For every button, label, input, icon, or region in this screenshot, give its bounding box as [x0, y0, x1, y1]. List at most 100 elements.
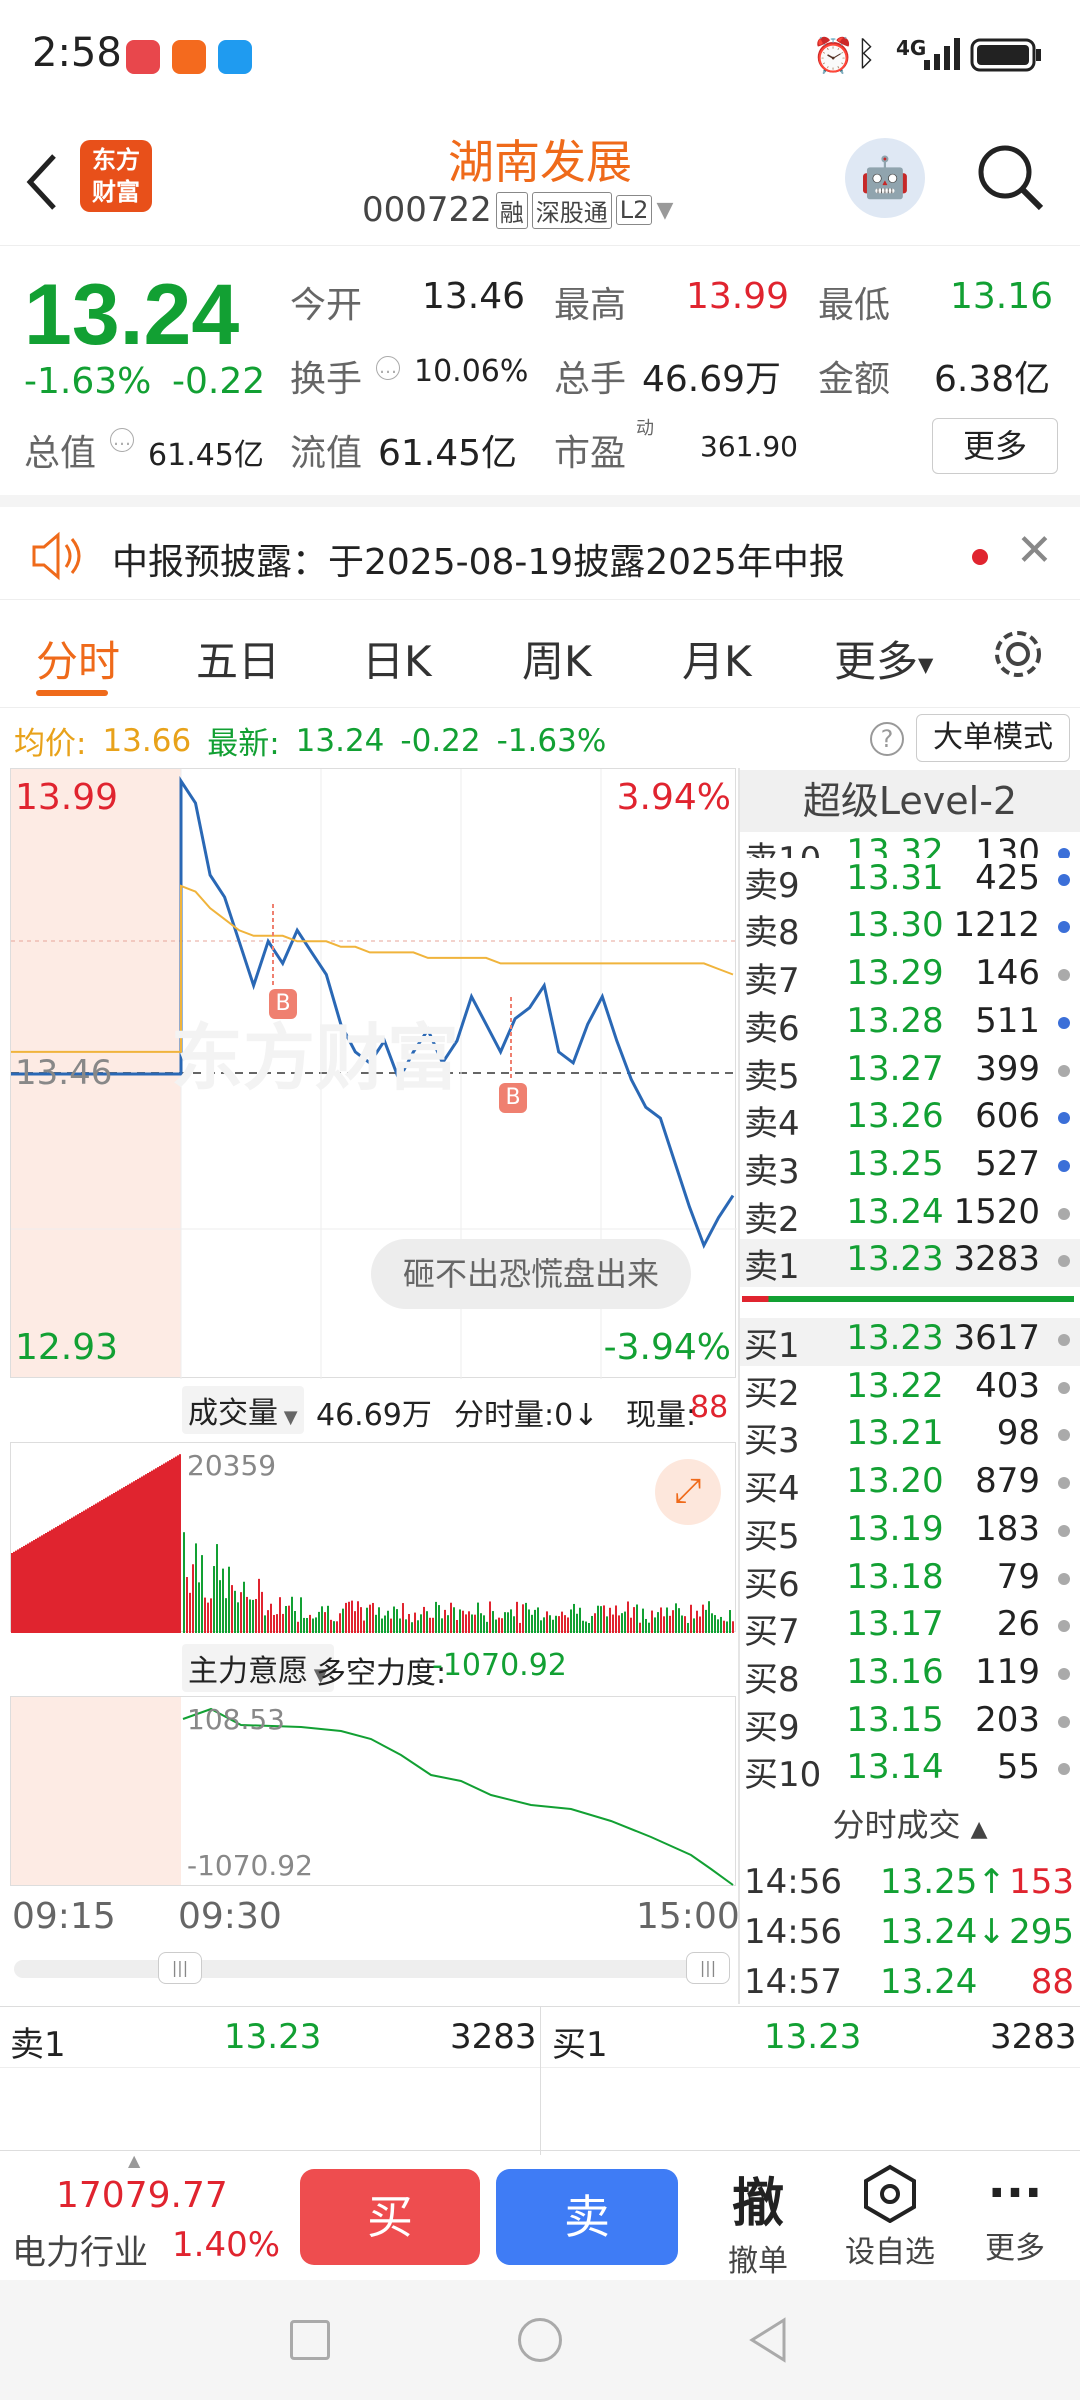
- volume-bar: [522, 1604, 524, 1633]
- volume-selector[interactable]: 成交量 ▼: [182, 1386, 304, 1434]
- volume-bar: [192, 1564, 194, 1633]
- volume-bar: [13, 1551, 15, 1633]
- buy-marker[interactable]: B: [499, 1083, 527, 1113]
- level2-title[interactable]: 超级Level-2: [740, 770, 1080, 832]
- ask-row[interactable]: 卖2 13.24 1520: [740, 1192, 1080, 1240]
- home-icon[interactable]: [518, 2318, 562, 2362]
- ask-row[interactable]: 卖6 13.28 511: [740, 1001, 1080, 1049]
- volume-bar: [149, 1471, 151, 1633]
- force-line: [182, 1707, 734, 1886]
- ask-row[interactable]: 卖8 13.30 1212: [740, 905, 1080, 953]
- force-selector[interactable]: 主力意愿 ▼: [182, 1644, 334, 1692]
- level-label: 卖7: [744, 961, 800, 1002]
- level-volume: 119: [975, 1651, 1040, 1692]
- volume-bar: [109, 1495, 111, 1633]
- big-order-mode-button[interactable]: 大单模式: [916, 714, 1070, 762]
- add-watchlist-button[interactable]: 设自选: [830, 2163, 950, 2271]
- bid-row[interactable]: 买4 13.20 879: [740, 1461, 1080, 1509]
- bid-row[interactable]: 买3 13.21 98: [740, 1413, 1080, 1461]
- dropdown-icon: ▼: [278, 1407, 298, 1428]
- search-icon[interactable]: [975, 142, 1047, 214]
- buy-marker[interactable]: B: [269, 989, 297, 1019]
- volume-bar: [597, 1605, 599, 1633]
- index-value[interactable]: 17079.77: [56, 2175, 228, 2216]
- ask-row[interactable]: 卖4 13.26 606: [740, 1096, 1080, 1144]
- volume-bar: [186, 1577, 188, 1633]
- volume-bar: [207, 1602, 209, 1633]
- tab-monthly-k[interactable]: 月K: [682, 628, 752, 689]
- volume-bar: [489, 1601, 491, 1633]
- range-handle-left[interactable]: |||: [158, 1952, 202, 1984]
- volume-bar: [687, 1622, 689, 1633]
- info-icon[interactable]: …: [110, 428, 134, 452]
- dropdown-icon[interactable]: ▼: [656, 198, 673, 223]
- volume-bar: [567, 1617, 569, 1633]
- tab-daily-k[interactable]: 日K: [362, 628, 432, 689]
- cancel-label: 撤单: [728, 2244, 788, 2279]
- level-price: 13.20: [846, 1461, 944, 1502]
- bid-row[interactable]: 买6 13.18 79: [740, 1557, 1080, 1605]
- volume-bar: [675, 1603, 677, 1633]
- buy-button[interactable]: 买: [300, 2169, 480, 2265]
- range-handle-right[interactable]: |||: [686, 1952, 730, 1984]
- volume-bar: [201, 1555, 203, 1633]
- bid-row[interactable]: 买10 13.14 55: [740, 1747, 1080, 1795]
- sell-button[interactable]: 卖: [496, 2169, 678, 2265]
- cancel-order-button[interactable]: 撤 撤单: [718, 2161, 798, 2280]
- bid-row[interactable]: 买1 13.23 3617: [740, 1318, 1080, 1366]
- volume-bar: [501, 1618, 503, 1633]
- volume-bar: [447, 1615, 449, 1633]
- amount-label: 金额: [818, 359, 891, 400]
- back-nav-icon[interactable]: [746, 2316, 790, 2364]
- more-quote-button[interactable]: 更多: [932, 418, 1058, 474]
- notice-bar[interactable]: 中报预披露：于2025-08-19披露2025年中报 ✕: [0, 495, 1080, 600]
- ask-row[interactable]: 卖7 13.29 146: [740, 953, 1080, 1001]
- volume-bar: [726, 1621, 728, 1633]
- intraday-chart[interactable]: 东方财富 13.99 3.94% 13.46 12.93 -3.94% B B …: [10, 768, 737, 1379]
- level-price: 13.29: [846, 953, 944, 994]
- volume-bar: [35, 1538, 37, 1633]
- volume-bar: [25, 1544, 27, 1633]
- volume-bar: [95, 1503, 97, 1633]
- ask-row[interactable]: 卖9 13.31 425: [740, 858, 1080, 906]
- tab-intraday[interactable]: 分时: [36, 628, 120, 689]
- recent-apps-icon[interactable]: [290, 2320, 330, 2360]
- volume-bar: [83, 1510, 85, 1633]
- ask-row[interactable]: 卖3 13.25 527: [740, 1144, 1080, 1192]
- robot-assistant-icon[interactable]: 🤖: [845, 138, 925, 218]
- bid-row[interactable]: 买5 13.19 183: [740, 1509, 1080, 1557]
- comment-bubble[interactable]: 砸不出恐慌盘出来: [371, 1239, 691, 1309]
- tab-more[interactable]: 更多▼: [834, 628, 933, 689]
- expand-up-icon[interactable]: ▲: [128, 2151, 140, 2170]
- volume-bar: [348, 1601, 350, 1633]
- trades-title[interactable]: 分时成交 ▲: [740, 1800, 1080, 1846]
- close-icon[interactable]: ✕: [1016, 525, 1053, 576]
- volume-bar: [513, 1616, 515, 1633]
- bid-row[interactable]: 买9 13.15 203: [740, 1700, 1080, 1748]
- volume-now-value: 88: [690, 1390, 729, 1425]
- volume-bar: [309, 1614, 311, 1633]
- help-icon[interactable]: ?: [870, 722, 904, 756]
- tab-weekly-k[interactable]: 周K: [522, 628, 592, 689]
- time-range-track[interactable]: [14, 1960, 728, 1978]
- settings-gear-icon[interactable]: [990, 626, 1046, 682]
- ask-row[interactable]: 卖10 13.32 130: [740, 832, 1080, 858]
- tab-5day[interactable]: 五日: [196, 628, 280, 689]
- volume-bar: [279, 1597, 281, 1633]
- more-button[interactable]: ··· 更多: [970, 2163, 1060, 2267]
- volume-bar: [495, 1619, 497, 1633]
- level-label: 卖2: [744, 1199, 800, 1240]
- expand-icon[interactable]: ⤢: [655, 1459, 721, 1525]
- volume-bar: [705, 1609, 707, 1633]
- level-label: 买8: [744, 1659, 800, 1700]
- level-label: 卖1: [744, 1247, 800, 1288]
- info-icon[interactable]: …: [376, 356, 400, 380]
- ask-row[interactable]: 卖1 13.23 3283: [740, 1239, 1080, 1288]
- volume-bar: [540, 1620, 542, 1633]
- volume-bar: [139, 1477, 141, 1633]
- ask-row[interactable]: 卖5 13.27 399: [740, 1049, 1080, 1097]
- bid-row[interactable]: 买2 13.22 403: [740, 1366, 1080, 1414]
- bid-row[interactable]: 买7 13.17 26: [740, 1604, 1080, 1652]
- bid-row[interactable]: 买8 13.16 119: [740, 1652, 1080, 1700]
- industry-name[interactable]: 电力行业: [12, 2225, 148, 2274]
